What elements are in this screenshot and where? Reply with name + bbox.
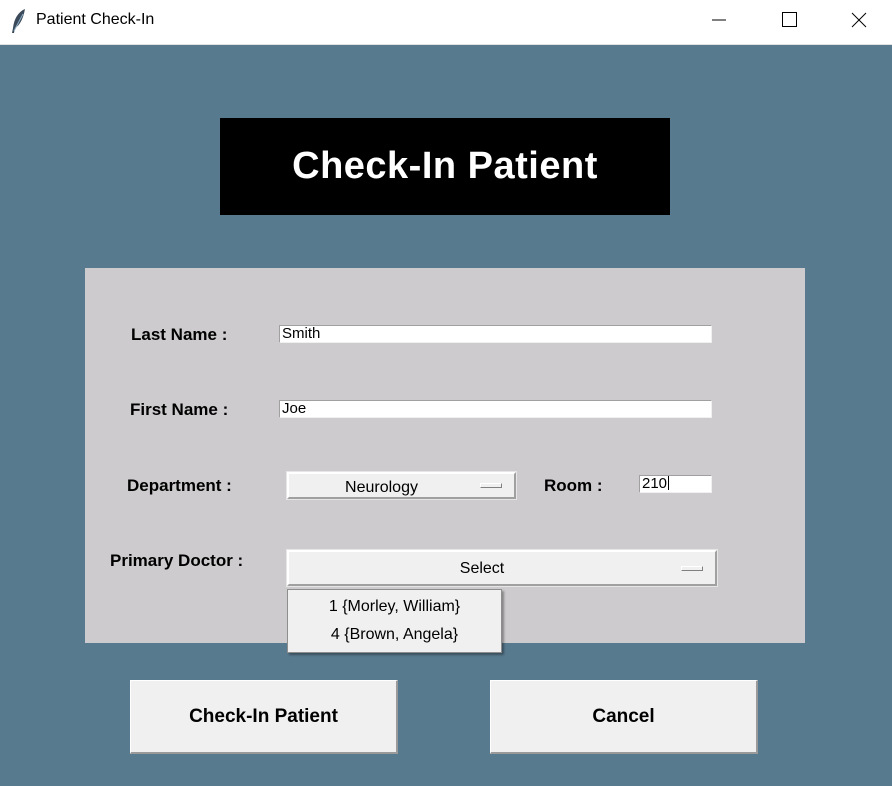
minimize-icon <box>712 19 726 21</box>
room-value: 210 <box>642 475 668 492</box>
room-field[interactable]: 210 <box>639 475 712 493</box>
last-name-field[interactable]: Smith <box>279 325 712 343</box>
first-name-field[interactable]: Joe <box>279 400 712 418</box>
room-label: Room : <box>544 476 603 495</box>
department-value: Neurology <box>345 479 418 496</box>
cancel-button[interactable]: Cancel <box>490 680 758 754</box>
text-cursor <box>668 476 670 490</box>
page-title: Check-In Patient <box>220 118 670 215</box>
check-in-button[interactable]: Check-In Patient <box>130 680 398 754</box>
close-button[interactable] <box>836 0 882 44</box>
last-name-label: Last Name : <box>131 325 228 344</box>
option-menu-indicator-icon <box>681 566 703 571</box>
primary-doctor-select[interactable]: Select <box>286 549 718 587</box>
maximize-icon <box>782 12 797 27</box>
department-select[interactable]: Neurology <box>286 471 517 500</box>
first-name-label: First Name : <box>130 400 229 419</box>
primary-doctor-dropdown: 1 {Morley, William} 4 {Brown, Angela} <box>287 589 502 653</box>
maximize-button[interactable] <box>766 0 812 44</box>
dropdown-option[interactable]: 1 {Morley, William} <box>288 593 501 621</box>
first-name-value: Joe <box>282 400 307 417</box>
option-menu-indicator-icon <box>480 483 502 488</box>
window-title: Patient Check-In <box>36 11 155 28</box>
last-name-value: Smith <box>282 325 321 342</box>
dropdown-option[interactable]: 4 {Brown, Angela} <box>288 621 501 649</box>
primary-doctor-value: Select <box>459 560 505 577</box>
feather-icon <box>10 8 28 34</box>
minimize-button[interactable] <box>696 0 742 44</box>
primary-doctor-label: Primary Doctor : <box>110 551 244 570</box>
window-titlebar[interactable]: Patient Check-In <box>0 0 892 45</box>
department-label: Department : <box>127 476 232 495</box>
close-icon <box>851 12 867 28</box>
